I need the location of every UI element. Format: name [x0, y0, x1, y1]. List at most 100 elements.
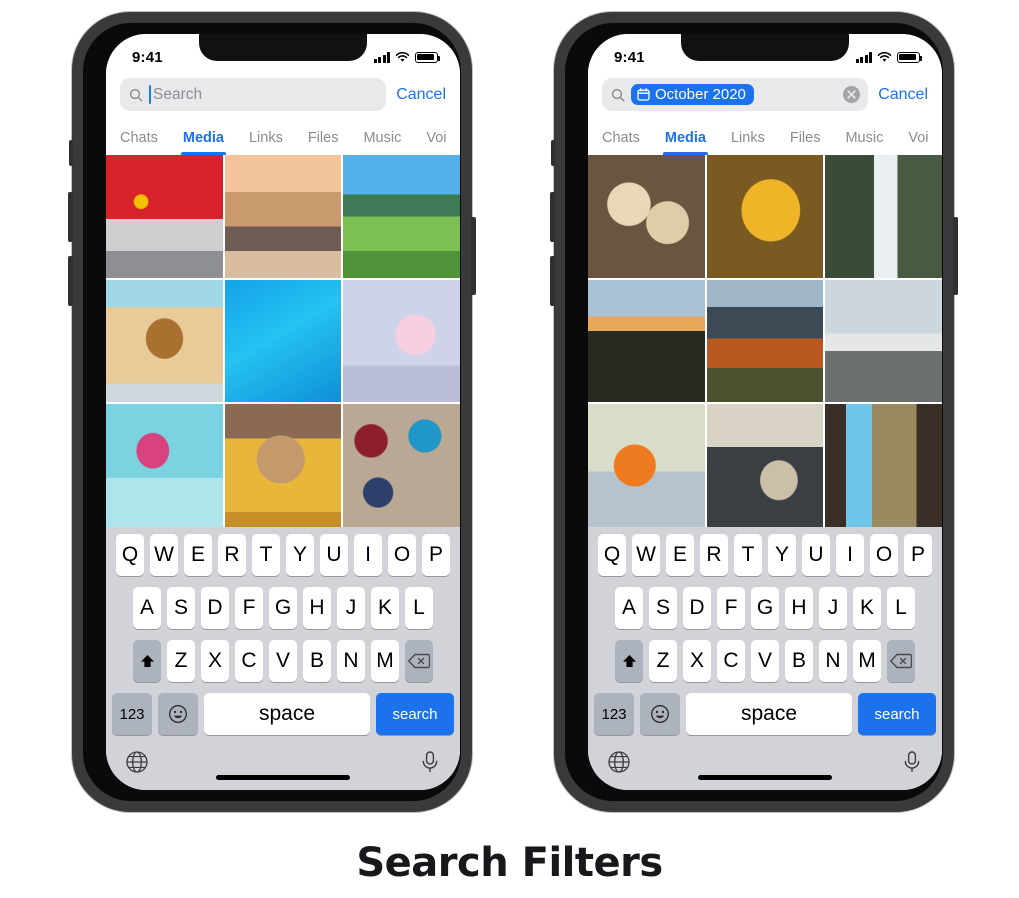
photo-latte-yellow-cup[interactable]	[224, 404, 342, 527]
photo-airport-tarmac[interactable]	[825, 279, 942, 403]
key-j[interactable]: J	[818, 587, 848, 629]
space-key[interactable]: space	[204, 693, 370, 735]
key-h[interactable]: H	[784, 587, 814, 629]
key-a[interactable]: A	[614, 587, 644, 629]
search-key[interactable]: search	[858, 693, 936, 735]
volume-down-button[interactable]	[550, 256, 555, 306]
key-p[interactable]: P	[903, 534, 933, 576]
space-key[interactable]: space	[686, 693, 852, 735]
tab-music[interactable]: Music	[845, 130, 883, 155]
key-l[interactable]: L	[404, 587, 434, 629]
key-k[interactable]: K	[370, 587, 400, 629]
key-c[interactable]: C	[716, 640, 746, 682]
photo-autumn-mountain[interactable]	[706, 279, 824, 403]
shift-arrow-icon[interactable]	[614, 640, 644, 682]
mute-switch[interactable]	[551, 140, 555, 166]
photo-green-tea-hills[interactable]	[343, 155, 460, 278]
key-o[interactable]: O	[387, 534, 417, 576]
volume-down-button[interactable]	[68, 256, 73, 306]
key-n[interactable]: N	[336, 640, 366, 682]
photo-waterfall-ferns[interactable]	[825, 155, 942, 278]
tab-links[interactable]: Links	[731, 130, 765, 155]
tab-chats[interactable]: Chats	[602, 130, 640, 155]
key-q[interactable]: Q	[597, 534, 627, 576]
search-key[interactable]: search	[376, 693, 454, 735]
key-w[interactable]: W	[631, 534, 661, 576]
key-w[interactable]: W	[149, 534, 179, 576]
backspace-icon[interactable]	[404, 640, 434, 682]
key-m[interactable]: M	[370, 640, 400, 682]
photo-cinnamon-rolls[interactable]	[588, 155, 705, 278]
key-n[interactable]: N	[818, 640, 848, 682]
key-y[interactable]: Y	[285, 534, 315, 576]
key-g[interactable]: G	[268, 587, 298, 629]
key-h[interactable]: H	[302, 587, 332, 629]
key-j[interactable]: J	[336, 587, 366, 629]
backspace-icon[interactable]	[886, 640, 916, 682]
tab-chats[interactable]: Chats	[120, 130, 158, 155]
key-d[interactable]: D	[200, 587, 230, 629]
key-e[interactable]: E	[665, 534, 695, 576]
tab-music[interactable]: Music	[363, 130, 401, 155]
shift-arrow-icon[interactable]	[132, 640, 162, 682]
search-input[interactable]: October 2020	[602, 78, 869, 111]
key-u[interactable]: U	[801, 534, 831, 576]
numeric-key[interactable]: 123	[112, 693, 152, 735]
volume-up-button[interactable]	[68, 192, 73, 242]
key-i[interactable]: I	[835, 534, 865, 576]
tab-media[interactable]: Media	[180, 130, 227, 155]
photo-red-classic-car[interactable]	[106, 155, 223, 278]
globe-icon[interactable]	[607, 750, 631, 774]
tab-files[interactable]: Files	[790, 130, 821, 155]
key-t[interactable]: T	[733, 534, 763, 576]
key-s[interactable]: S	[648, 587, 678, 629]
key-f[interactable]: F	[234, 587, 264, 629]
power-button[interactable]	[953, 217, 958, 295]
clear-search-button[interactable]	[843, 86, 861, 103]
cancel-button[interactable]: Cancel	[878, 86, 928, 104]
key-i[interactable]: I	[353, 534, 383, 576]
key-o[interactable]: O	[869, 534, 899, 576]
photo-pinecones-tray[interactable]	[706, 404, 824, 527]
tab-voice[interactable]: Voi	[426, 130, 446, 155]
key-z[interactable]: Z	[648, 640, 678, 682]
key-g[interactable]: G	[750, 587, 780, 629]
photo-child-pumpkin-head[interactable]	[588, 404, 705, 527]
globe-icon[interactable]	[125, 750, 149, 774]
key-p[interactable]: P	[421, 534, 451, 576]
key-x[interactable]: X	[200, 640, 230, 682]
power-button[interactable]	[471, 217, 476, 295]
photo-pink-flowers-sky[interactable]	[106, 404, 223, 527]
key-b[interactable]: B	[302, 640, 332, 682]
photo-lake-sunset[interactable]	[588, 279, 705, 403]
photo-golden-chips[interactable]	[706, 155, 824, 278]
photo-legs-in-pool[interactable]	[224, 279, 342, 403]
photo-sprinkle-donuts[interactable]	[343, 279, 460, 403]
photo-forest-valley[interactable]	[825, 404, 942, 527]
key-k[interactable]: K	[852, 587, 882, 629]
tab-files[interactable]: Files	[308, 130, 339, 155]
microphone-icon[interactable]	[419, 750, 441, 774]
photo-skateboarder-road[interactable]	[224, 155, 342, 278]
search-input[interactable]: Search	[120, 78, 387, 111]
photo-shiba-toast[interactable]	[106, 279, 223, 403]
key-e[interactable]: E	[183, 534, 213, 576]
key-c[interactable]: C	[234, 640, 264, 682]
key-y[interactable]: Y	[767, 534, 797, 576]
date-filter-chip[interactable]: October 2020	[631, 84, 754, 105]
key-t[interactable]: T	[251, 534, 281, 576]
key-v[interactable]: V	[268, 640, 298, 682]
cancel-button[interactable]: Cancel	[396, 86, 446, 104]
key-q[interactable]: Q	[115, 534, 145, 576]
mute-switch[interactable]	[69, 140, 73, 166]
smiley-icon[interactable]	[640, 693, 680, 735]
numeric-key[interactable]: 123	[594, 693, 634, 735]
microphone-icon[interactable]	[901, 750, 923, 774]
tab-voice[interactable]: Voi	[908, 130, 928, 155]
key-r[interactable]: R	[699, 534, 729, 576]
key-z[interactable]: Z	[166, 640, 196, 682]
key-b[interactable]: B	[784, 640, 814, 682]
key-s[interactable]: S	[166, 587, 196, 629]
tab-media[interactable]: Media	[662, 130, 709, 155]
smiley-icon[interactable]	[158, 693, 198, 735]
